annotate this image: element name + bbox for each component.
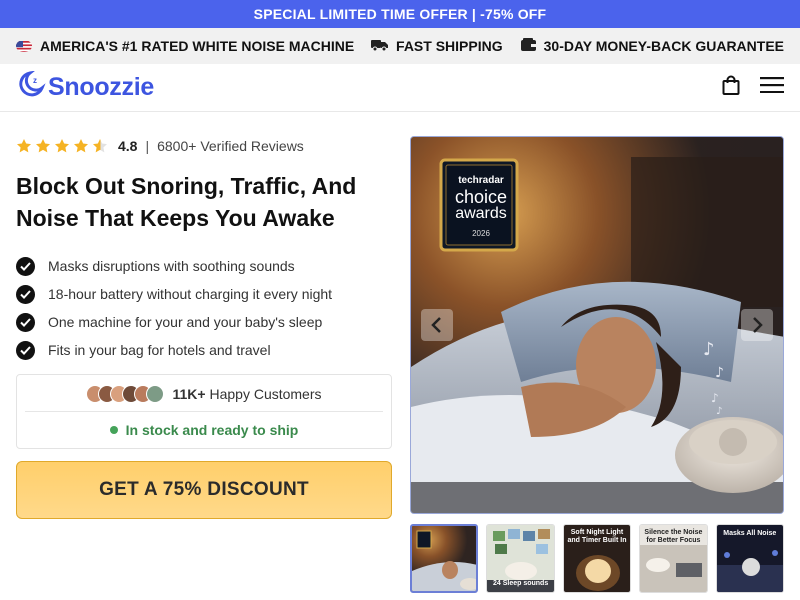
- guarantee-item: 30-DAY MONEY-BACK GUARANTEE: [520, 38, 784, 54]
- svg-text:♪: ♪: [703, 339, 715, 360]
- thumbnail-1[interactable]: [410, 524, 479, 593]
- shopping-bag-icon[interactable]: [722, 75, 740, 100]
- svg-text:♪: ♪: [716, 406, 722, 417]
- product-info: 4.8 | 6800+ Verified Reviews Block Out S…: [16, 136, 392, 593]
- benefit-item: 18-hour battery without charging it ever…: [16, 280, 392, 308]
- thumbnail-4[interactable]: Silence the Noise for Better Focus: [639, 524, 708, 593]
- gallery-next-button[interactable]: [741, 309, 773, 341]
- svg-text:♪: ♪: [711, 391, 719, 405]
- thumbnail-caption: Soft Night Light and Timer Built In: [567, 529, 627, 544]
- thumbnail-caption: Masks All Noise: [723, 530, 777, 537]
- star-icon: [17, 139, 31, 153]
- rating-row[interactable]: 4.8 | 6800+ Verified Reviews: [16, 136, 392, 156]
- benefit-item: Fits in your bag for hotels and travel: [16, 336, 392, 364]
- fast-shipping-item: FAST SHIPPING: [371, 38, 503, 54]
- site-header: z Snoozzie: [0, 64, 800, 112]
- happy-customers-row: 11K+ Happy Customers: [25, 383, 383, 405]
- benefits-list: Masks disruptions with soothing sounds 1…: [16, 252, 392, 364]
- checkmark-icon: [16, 312, 35, 332]
- reviews-count: 6800+ Verified Reviews: [157, 138, 304, 154]
- stock-dot-icon: [109, 426, 118, 434]
- benefit-item: One machine for your and your baby's sle…: [16, 308, 392, 336]
- product-gallery: ♪ ♪ ♪ ♪ techradar choice awards 2026 24 …: [410, 136, 784, 593]
- get-discount-button[interactable]: GET A 75% DISCOUNT: [16, 461, 392, 519]
- social-proof-box: 11K+ Happy Customers In stock and ready …: [16, 374, 392, 449]
- star-icon: [36, 139, 50, 153]
- verified-avatar: [146, 385, 165, 403]
- us-flag-icon: [16, 40, 32, 52]
- checkmark-icon: [16, 340, 35, 360]
- star-icon: [74, 139, 88, 153]
- chevron-left-icon: [431, 317, 441, 333]
- thumbnail-5[interactable]: Masks All Noise: [715, 524, 784, 593]
- rating-value: 4.8: [118, 138, 138, 154]
- benefit-text: Fits in your bag for hotels and travel: [48, 342, 271, 358]
- award-badge-text: techradar choice awards 2026: [443, 175, 519, 238]
- fast-shipping-text: FAST SHIPPING: [396, 38, 503, 54]
- star-rating: [16, 138, 108, 154]
- thumbnail-caption: Silence the Noise for Better Focus: [644, 529, 703, 544]
- logo-text: Snoozzie: [48, 73, 154, 101]
- guarantee-text: 30-DAY MONEY-BACK GUARANTEE: [543, 38, 784, 54]
- half-star-icon: [93, 139, 107, 153]
- thumbnail-image: [412, 526, 477, 591]
- gallery-main-image[interactable]: ♪ ♪ ♪ ♪ techradar choice awards 2026: [410, 136, 784, 514]
- logo[interactable]: z Snoozzie: [16, 70, 722, 104]
- checkmark-icon: [16, 256, 35, 276]
- truck-icon: [371, 38, 389, 54]
- chevron-right-icon: [753, 317, 763, 333]
- stock-text: In stock and ready to ship: [125, 422, 299, 438]
- rating-separator: |: [145, 138, 150, 154]
- product-hero: 4.8 | 6800+ Verified Reviews Block Out S…: [0, 112, 800, 593]
- badge-brand: techradar: [458, 175, 504, 186]
- gallery-prev-button[interactable]: [421, 309, 453, 341]
- gallery-thumbnails: 24 Sleep sounds Soft Night Light and Tim…: [410, 524, 784, 593]
- trust-bar: AMERICA'S #1 RATED WHITE NOISE MACHINE F…: [0, 28, 800, 64]
- star-icon: [55, 139, 69, 153]
- thumbnail-2[interactable]: 24 Sleep sounds: [486, 524, 555, 593]
- badge-line1: choice: [454, 187, 508, 207]
- trust-rated-text: AMERICA'S #1 RATED WHITE NOISE MACHINE: [40, 38, 355, 54]
- svg-text:z: z: [33, 76, 37, 85]
- product-headline: Block Out Snoring, Traffic, And Noise Th…: [16, 173, 357, 231]
- benefit-text: 18-hour battery without charging it ever…: [48, 286, 333, 302]
- promo-text: SPECIAL LIMITED TIME OFFER | -75% OFF: [253, 6, 547, 22]
- customers-label: Happy Customers: [209, 386, 322, 402]
- promo-banner: SPECIAL LIMITED TIME OFFER | -75% OFF: [0, 0, 800, 28]
- hamburger-menu-icon[interactable]: [760, 77, 784, 98]
- customer-avatars: [86, 385, 165, 403]
- badge-year: 2026: [472, 229, 490, 238]
- thumbnail-3[interactable]: Soft Night Light and Timer Built In: [562, 524, 632, 593]
- checkmark-icon: [16, 284, 35, 304]
- thumbnail-caption: 24 Sleep sounds: [492, 580, 549, 587]
- moon-logo-icon: z: [16, 70, 46, 104]
- badge-line2: awards: [455, 205, 507, 222]
- wallet-icon: [520, 38, 536, 54]
- svg-text:♪: ♪: [715, 365, 724, 381]
- benefit-item: Masks disruptions with soothing sounds: [16, 252, 392, 280]
- stock-status: In stock and ready to ship: [25, 412, 383, 448]
- customers-count: 11K+: [172, 386, 206, 402]
- benefit-text: Masks disruptions with soothing sounds: [48, 258, 295, 274]
- benefit-text: One machine for your and your baby's sle…: [48, 314, 323, 330]
